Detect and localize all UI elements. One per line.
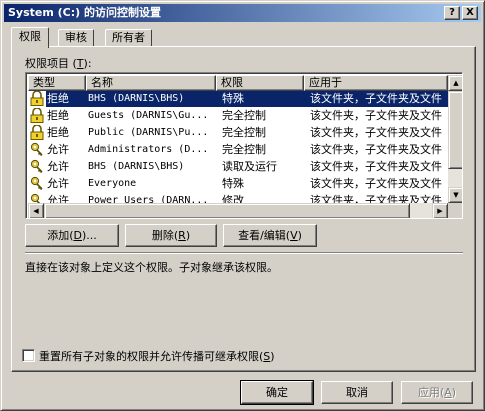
cancel-button[interactable]: 取消 (321, 381, 393, 404)
table-row[interactable]: 允许 Everyone 特殊 该文件夹，子文件夹及文件 (28, 176, 448, 193)
key-icon (30, 176, 46, 192)
row-apply-to: 该文件夹，子文件夹及文件 (310, 126, 442, 139)
tab-auditing[interactable]: 审核 (58, 29, 94, 47)
dialog-window: System (C:) 的访问控制设置 ? X 权限 审核 所有者 权限项目 (… (0, 0, 485, 411)
list-header: 类型 名称 权限 应用于 (28, 75, 448, 91)
permissions-list[interactable]: 类型 名称 权限 应用于 拒绝 BHS (DARNIS\BHS) 特殊 该文件夹，子文… (25, 72, 463, 219)
scroll-left-button[interactable]: ◀ (28, 203, 44, 218)
row-apply-to: 该文件夹，子文件夹及文件 (310, 109, 442, 122)
arrow-left-icon: ◀ (33, 207, 39, 215)
row-type: 拒绝 (47, 109, 69, 122)
add-button[interactable]: 添加(D)... (25, 224, 119, 247)
lock-icon (30, 91, 46, 107)
close-icon: X (466, 7, 474, 18)
horizontal-scroll-thumb[interactable] (44, 203, 410, 218)
vertical-scrollbar[interactable]: ▲ ▼ (448, 75, 462, 205)
tab-owner[interactable]: 所有者 (105, 29, 152, 47)
permissions-list-label: 权限项目 (T): (25, 57, 92, 70)
title-bar[interactable]: System (C:) 的访问控制设置 ? X (4, 4, 481, 22)
tab-auditing-label: 审核 (65, 31, 87, 44)
table-row[interactable]: 拒绝 BHS (DARNIS\BHS) 特殊 该文件夹，子文件夹及文件 (28, 91, 448, 108)
column-header-permission[interactable]: 权限 (216, 75, 304, 91)
arrow-right-icon: ▶ (437, 207, 443, 215)
row-apply-to: 该文件夹，子文件夹及文件 (304, 91, 448, 107)
row-apply-to: 该文件夹，子文件夹及文件 (310, 177, 442, 190)
row-permission: 完全控制 (222, 126, 266, 139)
vertical-scroll-thumb[interactable] (448, 91, 462, 169)
lock-icon (30, 108, 46, 124)
row-name: BHS (DARNIS\BHS) (86, 91, 216, 107)
scroll-right-button[interactable]: ▶ (432, 203, 448, 218)
close-button[interactable]: X (462, 6, 478, 20)
table-row[interactable]: 拒绝 Public (DARNIS\Pu... 完全控制 该文件夹，子文件夹及文件 (28, 125, 448, 142)
row-permission: 读取及运行 (222, 160, 277, 173)
row-name: Public (DARNIS\Pu... (88, 127, 209, 138)
row-type: 允许 (47, 143, 69, 156)
row-type: 允许 (47, 177, 69, 190)
row-permission: 完全控制 (222, 109, 266, 122)
key-icon (30, 159, 46, 175)
tab-permissions-label: 权限 (19, 30, 41, 43)
divider (25, 252, 463, 254)
key-icon (30, 142, 46, 158)
remove-button[interactable]: 删除(R) (125, 224, 217, 247)
view-edit-button[interactable]: 查看/编辑(V) (223, 224, 317, 247)
row-name: Everyone (88, 178, 137, 189)
table-row[interactable]: 允许 BHS (DARNIS\BHS) 读取及运行 该文件夹，子文件夹及文件 (28, 159, 448, 176)
table-row[interactable]: 允许 Administrators (D... 完全控制 该文件夹，子文件夹及文件 (28, 142, 448, 159)
scrollbar-corner (448, 203, 462, 218)
row-name: Guests (DARNIS\Gu... (88, 110, 209, 121)
permission-description: 直接在该对象上定义这个权限。子对象继承该权限。 (25, 261, 278, 274)
row-apply-to: 该文件夹，子文件夹及文件 (310, 143, 442, 156)
ok-button[interactable]: 确定 (240, 380, 314, 405)
tab-permissions[interactable]: 权限 (11, 27, 49, 48)
arrow-up-icon: ▲ (453, 79, 459, 87)
help-button[interactable]: ? (444, 6, 460, 20)
column-header-type[interactable]: 类型 (28, 75, 86, 91)
window-title: System (C:) 的访问控制设置 (8, 6, 162, 19)
row-permission: 特殊 (216, 91, 304, 107)
reset-permissions-checkbox[interactable] (22, 349, 35, 362)
row-permission: 完全控制 (222, 143, 266, 156)
row-apply-to: 该文件夹，子文件夹及文件 (310, 160, 442, 173)
help-icon: ? (449, 7, 455, 18)
row-permission: 特殊 (222, 177, 244, 190)
table-row[interactable]: 拒绝 Guests (DARNIS\Gu... 完全控制 该文件夹，子文件夹及文件 (28, 108, 448, 125)
scroll-up-button[interactable]: ▲ (448, 75, 462, 91)
row-type: 拒绝 (47, 126, 69, 139)
column-header-name[interactable]: 名称 (86, 75, 216, 91)
row-type: 拒绝 (46, 91, 86, 107)
row-name: Administrators (D... (88, 144, 209, 155)
arrow-down-icon: ▼ (453, 191, 459, 199)
row-type: 允许 (47, 160, 69, 173)
horizontal-scrollbar[interactable]: ◀ ▶ (28, 203, 448, 218)
reset-permissions-label[interactable]: 重置所有子对象的权限并允许传播可继承权限(S) (39, 348, 275, 364)
tab-owner-label: 所有者 (112, 31, 145, 44)
column-header-apply-to[interactable]: 应用于 (304, 75, 448, 91)
row-name: BHS (DARNIS\BHS) (88, 161, 185, 172)
list-rows: 拒绝 BHS (DARNIS\BHS) 特殊 该文件夹，子文件夹及文件 拒绝 Guests… (28, 91, 448, 205)
scroll-down-button[interactable]: ▼ (448, 187, 462, 203)
lock-icon (30, 125, 46, 141)
apply-button[interactable]: 应用(A) (401, 381, 473, 404)
